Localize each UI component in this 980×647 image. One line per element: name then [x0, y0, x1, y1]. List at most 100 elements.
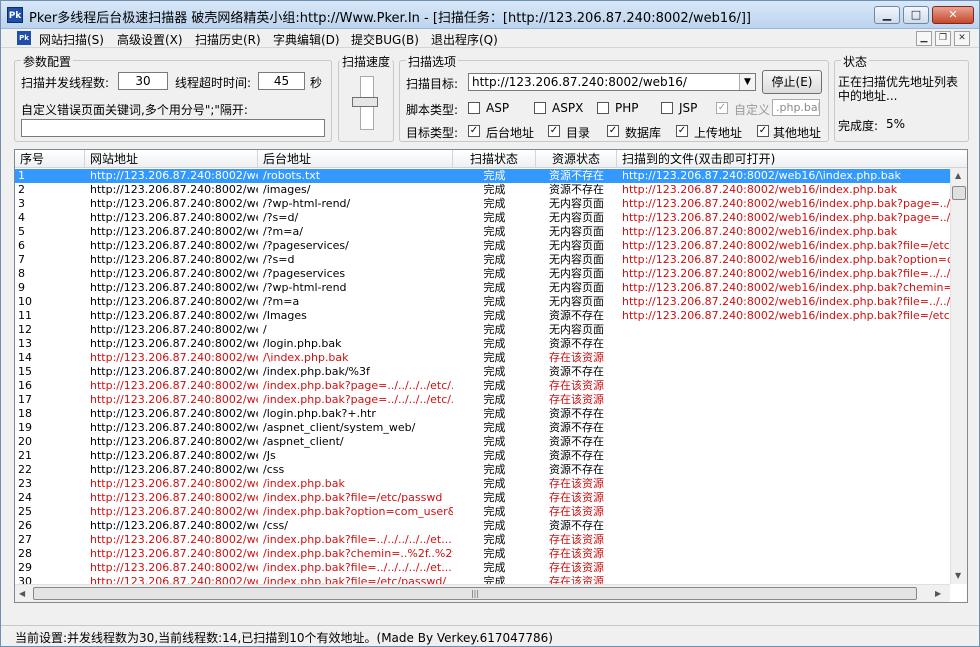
row-resource-status: 存在该资源 — [549, 561, 604, 574]
table-row[interactable]: 29 http://123.206.87.240:8002/we... /index… — [15, 561, 617, 575]
table-row[interactable]: 14 http://123.206.87.240:8002/we... /\inde… — [15, 351, 617, 365]
scroll-up-icon[interactable]: ▲ — [955, 171, 961, 180]
header-resource-status[interactable]: 资源状态 — [536, 150, 617, 168]
table-row[interactable]: 13 http://123.206.87.240:8002/we... /login… — [15, 337, 617, 351]
found-file-item[interactable]: http://123.206.87.240:8002/web16/index.p… — [617, 211, 950, 225]
params-group: 参数配置 扫描并发线程数: 30 线程超时时间: 45 秒 自定义错误页面关键词… — [14, 53, 332, 142]
table-row[interactable]: 18 http://123.206.87.240:8002/we... /login… — [15, 407, 617, 421]
table-row[interactable]: 26 http://123.206.87.240:8002/we... /css/完… — [15, 519, 617, 533]
header-site-url[interactable]: 网站地址 — [85, 150, 258, 168]
horizontal-scrollbar[interactable]: ◀ ||| ▶ — [15, 584, 950, 602]
table-row[interactable]: 1 http://123.206.87.240:8002/we... /robots… — [15, 169, 617, 183]
found-file-item[interactable]: http://123.206.87.240:8002/web16/index.p… — [617, 183, 950, 197]
row-index: 25 — [18, 505, 32, 518]
row-index: 28 — [18, 547, 32, 560]
header-scan-status[interactable]: 扫描状态 — [453, 150, 536, 168]
row-site-url: http://123.206.87.240:8002/we... — [90, 295, 258, 308]
menu-dictionary-edit[interactable]: 字典编辑(D) — [273, 31, 340, 48]
menu-scan-history[interactable]: 扫描历史(R) — [195, 31, 261, 48]
found-file-item[interactable]: http://123.206.87.240:8002/web16/\index.… — [617, 169, 950, 183]
stop-button[interactable]: 停止(E) — [762, 70, 822, 94]
menu-site-scan[interactable]: 网站扫描(S) — [39, 31, 104, 48]
scroll-right-icon[interactable]: ▶ — [935, 589, 941, 598]
keyword-input[interactable] — [21, 119, 325, 137]
found-file-item[interactable]: http://123.206.87.240:8002/web16/index.p… — [617, 295, 950, 309]
table-row[interactable]: 25 http://123.206.87.240:8002/we... /index… — [15, 505, 617, 519]
custom-ext-input[interactable]: .php.bak — [772, 99, 820, 116]
found-file-item[interactable]: http://123.206.87.240:8002/web16/index.p… — [617, 253, 950, 267]
speed-slider-thumb[interactable] — [352, 97, 378, 107]
row-admin-url: / — [263, 323, 267, 336]
minimize-button[interactable]: ▁ — [874, 6, 900, 24]
table-row[interactable]: 2 http://123.206.87.240:8002/we... /images… — [15, 183, 617, 197]
asp-checkbox[interactable] — [468, 102, 480, 114]
table-row[interactable]: 8 http://123.206.87.240:8002/we... /?pages… — [15, 267, 617, 281]
row-admin-url: /?pageservices — [263, 267, 346, 280]
database-checkbox[interactable]: ✓ — [607, 125, 619, 137]
found-file-item[interactable]: http://123.206.87.240:8002/web16/index.p… — [617, 239, 950, 253]
found-file-item[interactable]: http://123.206.87.240:8002/web16/index.p… — [617, 309, 950, 323]
table-row[interactable]: 17 http://123.206.87.240:8002/we... /index… — [15, 393, 617, 407]
admin-checkbox[interactable]: ✓ — [468, 125, 480, 137]
found-file-item[interactable]: http://123.206.87.240:8002/web16/index.p… — [617, 225, 950, 239]
aspx-checkbox[interactable] — [534, 102, 546, 114]
vertical-scrollbar[interactable]: ▲ ▼ — [950, 168, 967, 584]
jsp-checkbox[interactable] — [661, 102, 673, 114]
scroll-down-icon[interactable]: ▼ — [955, 571, 961, 580]
mdi-restore-button[interactable]: ❐ — [935, 31, 951, 46]
row-scan-status: 完成 — [483, 309, 506, 322]
found-file-item[interactable]: http://123.206.87.240:8002/web16/index.p… — [617, 267, 950, 281]
row-index: 27 — [18, 533, 32, 546]
threads-input[interactable]: 30 — [118, 72, 168, 90]
table-row[interactable]: 22 http://123.206.87.240:8002/we... /css 完成… — [15, 463, 617, 477]
chevron-down-icon[interactable]: ▼ — [739, 74, 755, 90]
target-combo[interactable]: http://123.206.87.240:8002/web16/ — [468, 73, 756, 91]
results-list[interactable]: 序号 网站地址 后台地址 扫描状态 资源状态 扫描到的文件(双击即可打开) 1 h… — [14, 149, 968, 603]
close-button[interactable]: ✕ — [932, 6, 974, 24]
php-checkbox[interactable] — [597, 102, 609, 114]
table-row[interactable]: 3 http://123.206.87.240:8002/we... /?wp-ht… — [15, 197, 617, 211]
table-row[interactable]: 7 http://123.206.87.240:8002/we... /?s=d 完成… — [15, 253, 617, 267]
table-row[interactable]: 9 http://123.206.87.240:8002/we... /?wp-ht… — [15, 281, 617, 295]
row-scan-status: 完成 — [483, 561, 506, 574]
table-row[interactable]: 19 http://123.206.87.240:8002/we... /aspne… — [15, 421, 617, 435]
scroll-left-icon[interactable]: ◀ — [19, 589, 25, 598]
horizontal-scroll-thumb[interactable]: ||| — [33, 587, 917, 600]
table-row[interactable]: 20 http://123.206.87.240:8002/we... /aspne… — [15, 435, 617, 449]
other-checkbox[interactable]: ✓ — [757, 125, 769, 137]
table-row[interactable]: 4 http://123.206.87.240:8002/we... /?s=d/完… — [15, 211, 617, 225]
custom-checkbox[interactable]: ✓ — [716, 102, 728, 114]
maximize-button[interactable]: □ — [903, 6, 929, 24]
row-site-url: http://123.206.87.240:8002/we... — [90, 561, 258, 574]
table-row[interactable]: 10 http://123.206.87.240:8002/we... /?m=a 完… — [15, 295, 617, 309]
header-found-files[interactable]: 扫描到的文件(双击即可打开) — [617, 150, 967, 168]
found-file-item[interactable]: http://123.206.87.240:8002/web16/index.p… — [617, 197, 950, 211]
table-row[interactable]: 21 http://123.206.87.240:8002/we... /Js 完成 资… — [15, 449, 617, 463]
timeout-input[interactable]: 45 — [258, 72, 305, 90]
mdi-minimize-button[interactable]: ▁ — [916, 31, 932, 46]
header-index[interactable]: 序号 — [15, 150, 85, 168]
table-row[interactable]: 6 http://123.206.87.240:8002/we... /?pages… — [15, 239, 617, 253]
menu-advanced-settings[interactable]: 高级设置(X) — [117, 31, 183, 48]
menu-exit[interactable]: 退出程序(Q) — [431, 31, 498, 48]
menu-submit-bug[interactable]: 提交BUG(B) — [351, 31, 419, 48]
table-row[interactable]: 5 http://123.206.87.240:8002/we... /?m=a/完… — [15, 225, 617, 239]
menu-app-icon[interactable]: Pk — [17, 31, 31, 45]
directory-checkbox[interactable]: ✓ — [548, 125, 560, 137]
table-row[interactable]: 24 http://123.206.87.240:8002/we... /index… — [15, 491, 617, 505]
table-row[interactable]: 28 http://123.206.87.240:8002/we... /index… — [15, 547, 617, 561]
header-admin-url[interactable]: 后台地址 — [258, 150, 453, 168]
mdi-close-button[interactable]: ✕ — [954, 31, 970, 46]
table-row[interactable]: 27 http://123.206.87.240:8002/we... /index… — [15, 533, 617, 547]
table-row[interactable]: 11 http://123.206.87.240:8002/we... /Image… — [15, 309, 617, 323]
vertical-scroll-thumb[interactable] — [952, 186, 966, 200]
row-scan-status: 完成 — [483, 393, 506, 406]
table-row[interactable]: 12 http://123.206.87.240:8002/we... / 完成 无内容… — [15, 323, 617, 337]
row-scan-status: 完成 — [483, 365, 506, 378]
found-file-item[interactable]: http://123.206.87.240:8002/web16/index.p… — [617, 281, 950, 295]
upload-checkbox[interactable]: ✓ — [676, 125, 688, 137]
table-row[interactable]: 16 http://123.206.87.240:8002/we... /index… — [15, 379, 617, 393]
table-row[interactable]: 15 http://123.206.87.240:8002/we... /index… — [15, 365, 617, 379]
row-index: 8 — [18, 267, 25, 280]
table-row[interactable]: 23 http://123.206.87.240:8002/we... /index… — [15, 477, 617, 491]
